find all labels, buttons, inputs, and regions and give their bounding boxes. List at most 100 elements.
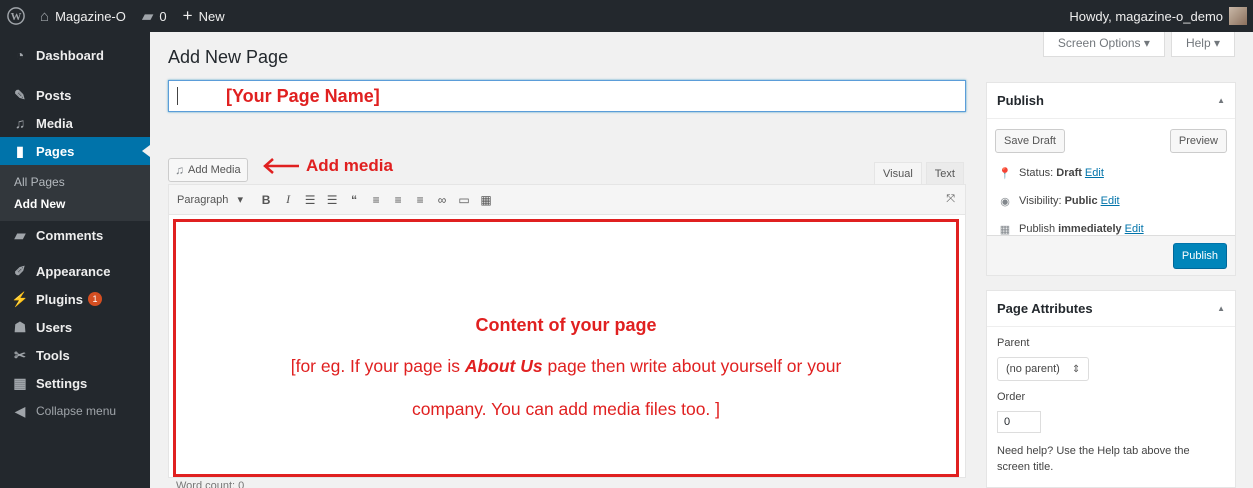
menu-label: Posts — [36, 87, 72, 103]
title-input-value: [Your Page Name] — [226, 85, 380, 106]
italic-icon[interactable]: I — [277, 192, 299, 207]
add-media-button[interactable]: ♫ Add Media — [168, 158, 248, 182]
content-text: [for eg. If your page is — [290, 356, 465, 376]
annotation-text: Add media — [306, 156, 393, 175]
menu-posts[interactable]: ✎ Posts — [0, 81, 150, 109]
fullscreen-icon[interactable]: ⤧ — [946, 193, 955, 206]
read-more-icon[interactable]: ▭ — [453, 193, 475, 207]
word-count: Word count: 0 — [176, 480, 245, 488]
site-name-link[interactable]: ⌂ Magazine-O — [32, 0, 134, 32]
menu-media[interactable]: ♫ Media — [0, 109, 150, 137]
menu-comments[interactable]: ▰ Comments — [0, 221, 150, 249]
editor-tabs: Visual Text — [870, 162, 964, 186]
tab-visual[interactable]: Visual — [874, 162, 922, 186]
publish-actions: Save Draft Preview — [987, 119, 1235, 159]
publish-button[interactable]: Publish — [1172, 242, 1227, 269]
collapse-toggle-icon[interactable]: ▲ — [1217, 304, 1225, 313]
add-media-label: Add Media — [188, 164, 241, 176]
edit-visibility-link[interactable]: Edit — [1101, 195, 1120, 207]
publish-box: Publish ▲ Save Draft Preview 📍 Status: Draf… — [986, 82, 1236, 276]
avatar — [1229, 7, 1247, 25]
menu-label: Dashboard — [36, 47, 104, 63]
order-row: 0 — [987, 411, 1235, 433]
content-area[interactable]: Content of your page [for eg. If your pa… — [173, 219, 959, 477]
content-line-1: [for eg. If your page is About Us page t… — [176, 356, 956, 377]
align-left-icon[interactable]: ≡ — [365, 193, 387, 207]
media-icon: ♫ — [14, 115, 26, 131]
dashboard-icon: ◔ — [15, 47, 25, 63]
schedule-label: Publish — [1019, 223, 1056, 235]
tab-text[interactable]: Text — [925, 162, 964, 186]
add-media-annotation: Add media — [262, 156, 393, 176]
eye-icon: ◉ — [1000, 195, 1010, 208]
toolbar-toggle-icon[interactable]: ▦ — [475, 193, 497, 207]
menu-users[interactable]: ☗ Users — [0, 313, 150, 341]
bullet-list-icon[interactable]: ☰ — [299, 193, 321, 207]
align-center-icon[interactable]: ≡ — [387, 193, 409, 207]
order-label: Order — [997, 391, 1026, 403]
main-content: Screen Options ▾ Help ▾ Add New Page [Yo… — [150, 32, 1253, 488]
visibility-row: ◉ Visibility: Public Edit — [987, 187, 1235, 215]
parent-select-value: (no parent) — [1006, 363, 1060, 375]
parent-select[interactable]: (no parent) ⇕ — [997, 357, 1090, 381]
pin-icon: ✎ — [14, 86, 26, 103]
content-line-2: company. You can add media files too. ] — [411, 399, 721, 419]
menu-collapse[interactable]: ◀ Collapse menu — [0, 397, 150, 425]
new-content-link[interactable]: + New — [175, 0, 233, 32]
submenu-add-new[interactable]: Add New — [0, 193, 150, 215]
menu-dashboard[interactable]: ◔ Dashboard — [0, 41, 150, 69]
home-icon: ⌂ — [40, 7, 50, 25]
link-icon[interactable]: ∞ — [431, 193, 453, 207]
calendar-icon: ▦ — [999, 223, 1011, 236]
menu-plugins[interactable]: ⚡ Plugins 1 — [0, 285, 150, 313]
save-draft-button[interactable]: Save Draft — [995, 129, 1065, 153]
menu-pages[interactable]: ▮ Pages — [0, 137, 150, 165]
pages-icon: ▮ — [16, 142, 24, 159]
menu-label: Plugins — [36, 291, 83, 307]
page-attributes-header[interactable]: Page Attributes ▲ — [987, 291, 1235, 327]
collapse-toggle-icon[interactable]: ▲ — [1217, 96, 1225, 105]
admin-sidebar: ◔ Dashboard ✎ Posts ♫ Media ▮ Pages All Page… — [0, 32, 150, 488]
content-text: page then write about yourself or your — [542, 356, 842, 376]
select-arrows-icon: ⇕ — [1071, 363, 1081, 375]
parent-label: Parent — [997, 337, 1030, 349]
align-right-icon[interactable]: ≡ — [409, 193, 431, 207]
new-label: New — [198, 8, 225, 24]
comments-link[interactable]: ▰ 0 — [134, 0, 175, 32]
menu-appearance[interactable]: ✐ Appearance — [0, 257, 150, 285]
order-input[interactable]: 0 — [997, 411, 1041, 433]
plugin-icon: ⚡ — [11, 290, 29, 307]
screen-options-button[interactable]: Screen Options ▾ — [1042, 32, 1165, 57]
blockquote-icon[interactable]: “ — [343, 193, 365, 207]
menu-settings[interactable]: ▦ Settings — [0, 369, 150, 397]
edit-status-link[interactable]: Edit — [1085, 167, 1104, 179]
submenu-all-pages[interactable]: All Pages — [0, 171, 150, 193]
help-text: Need help? Use the Help tab above the sc… — [997, 445, 1190, 473]
page-attributes-title: Page Attributes — [997, 301, 1093, 316]
admin-bar: W ⌂ Magazine-O ▰ 0 + New Howdy, magazine… — [0, 0, 1253, 32]
brush-icon: ✐ — [14, 262, 26, 279]
status-row: 📍 Status: Draft Edit — [987, 159, 1235, 187]
publish-box-header[interactable]: Publish ▲ — [987, 83, 1235, 119]
bold-icon[interactable]: B — [255, 193, 277, 207]
help-button[interactable]: Help ▾ — [1170, 32, 1235, 57]
chevron-down-icon: ▾ — [1143, 36, 1150, 50]
edit-schedule-link[interactable]: Edit — [1125, 223, 1144, 235]
plus-icon: + — [182, 6, 193, 25]
status-label: Status: — [1019, 167, 1054, 179]
preview-button[interactable]: Preview — [1169, 129, 1227, 153]
page-title: Add New Page — [168, 47, 289, 67]
title-input[interactable]: [Your Page Name] — [168, 80, 966, 112]
site-name: Magazine-O — [55, 8, 126, 24]
format-select[interactable]: Paragraph ▾ — [177, 193, 243, 206]
menu-tools[interactable]: ✂ Tools — [0, 341, 150, 369]
account-menu[interactable]: Howdy, magazine-o_demo — [1061, 0, 1253, 32]
wrench-icon: ✂ — [14, 346, 26, 363]
visibility-value: Public — [1064, 195, 1098, 207]
numbered-list-icon[interactable]: ☰ — [321, 193, 343, 207]
parent-row: (no parent) ⇕ — [987, 357, 1235, 381]
media-icon: ♫ — [175, 163, 184, 177]
content-heading: Content of your page — [475, 315, 657, 335]
menu-label: Appearance — [36, 263, 111, 279]
wordpress-logo-icon[interactable]: W — [0, 0, 32, 32]
